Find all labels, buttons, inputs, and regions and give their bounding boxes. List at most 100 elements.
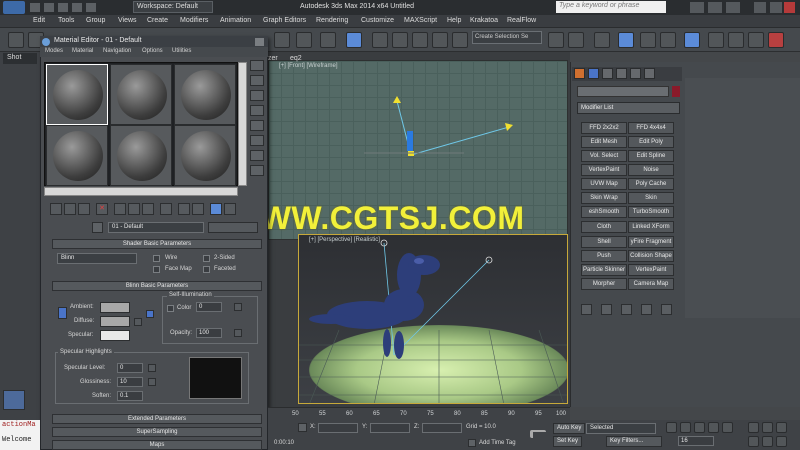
perspective-viewport[interactable]: [+] [Perspective] [Realistic] xyxy=(298,234,568,404)
pin-stack-icon[interactable] xyxy=(581,304,592,315)
x-coord-field[interactable] xyxy=(318,423,358,433)
rendered-frame-window-icon[interactable] xyxy=(728,32,744,48)
previous-frame-icon[interactable] xyxy=(680,422,691,433)
motion-tab-icon[interactable] xyxy=(616,68,627,79)
assign-material-icon[interactable] xyxy=(78,203,90,215)
modifier-button[interactable]: Shell xyxy=(581,236,627,248)
next-frame-icon[interactable] xyxy=(708,422,719,433)
modifier-button[interactable]: Cloth xyxy=(581,221,627,233)
options-icon[interactable] xyxy=(250,150,264,161)
qa-icons[interactable] xyxy=(30,3,125,12)
time-tag-icon[interactable] xyxy=(468,439,476,447)
menu-realflow[interactable]: RealFlow xyxy=(507,17,536,24)
ambient-lock-button[interactable] xyxy=(146,310,154,318)
shader-type-dropdown[interactable]: Blinn xyxy=(57,253,137,264)
sample-slot[interactable] xyxy=(174,64,236,125)
diffuse-color-swatch[interactable] xyxy=(100,316,130,327)
modifier-button[interactable]: Edit Spline xyxy=(628,150,674,162)
self-illum-map-button[interactable] xyxy=(234,303,242,311)
modifier-button[interactable]: yFire Fragment xyxy=(628,236,674,248)
z-coord-field[interactable] xyxy=(422,423,462,433)
material-id-channel-icon[interactable] xyxy=(160,203,172,215)
mirror-icon[interactable] xyxy=(548,32,564,48)
menu-rendering[interactable]: Rendering xyxy=(316,17,348,24)
me-menu-modes[interactable]: Modes xyxy=(45,48,63,54)
menu-graph-editors[interactable]: Graph Editors xyxy=(263,17,306,24)
create-tab-icon[interactable] xyxy=(574,68,585,79)
search-input[interactable]: Type a keyword or phrase xyxy=(556,1,666,13)
diffuse-map-button[interactable] xyxy=(134,318,142,326)
ambient-diffuse-lock-icon[interactable] xyxy=(58,307,67,319)
shader-basic-rollout[interactable]: Shader Basic Parameters xyxy=(52,239,262,249)
two-sided-checkbox[interactable] xyxy=(203,255,210,262)
key-mode-dropdown[interactable]: Selected xyxy=(586,423,656,434)
select-by-material-icon[interactable] xyxy=(250,165,264,176)
menu-tools[interactable]: Tools xyxy=(58,17,74,24)
face-map-checkbox[interactable] xyxy=(153,266,160,273)
set-key-button[interactable]: Set Key xyxy=(553,436,583,447)
lock-selection-icon[interactable] xyxy=(298,423,307,432)
unlink-icon[interactable] xyxy=(296,32,312,48)
modifier-button[interactable]: Vol. Select xyxy=(581,150,627,162)
key-filters-button[interactable]: Key Filters... xyxy=(606,436,662,447)
modifier-button[interactable]: TurboSmooth xyxy=(628,206,674,218)
menu-maxscript[interactable]: MAXScript xyxy=(404,17,437,24)
put-to-library-icon[interactable] xyxy=(142,203,154,215)
object-name-field[interactable] xyxy=(577,86,669,97)
field-of-view-icon[interactable] xyxy=(748,436,759,447)
make-unique-icon[interactable] xyxy=(128,203,140,215)
maps-rollout[interactable]: Maps xyxy=(52,440,262,450)
sample-slot[interactable] xyxy=(174,125,236,186)
zoom-icon[interactable] xyxy=(748,422,759,433)
magnet-icon[interactable] xyxy=(768,32,784,48)
make-preview-icon[interactable] xyxy=(250,135,264,146)
utilities-tab-icon[interactable] xyxy=(644,68,655,79)
me-menu-material[interactable]: Material xyxy=(72,48,93,54)
me-menu-options[interactable]: Options xyxy=(142,48,163,54)
spinner-snap-icon[interactable] xyxy=(432,32,448,48)
modifier-button[interactable]: VertexPaint xyxy=(628,264,674,276)
show-shaded-material-icon[interactable] xyxy=(178,203,190,215)
modifier-button[interactable]: Linked XForm xyxy=(628,221,674,233)
material-name-field[interactable]: 01 - Default xyxy=(108,222,204,233)
go-to-start-icon[interactable] xyxy=(666,422,677,433)
background-icon[interactable] xyxy=(250,90,264,101)
hierarchy-tab-icon[interactable] xyxy=(602,68,613,79)
zoom-extents-icon[interactable] xyxy=(776,422,787,433)
glossiness-spinner[interactable]: 10 xyxy=(117,377,143,387)
modifier-button[interactable]: eshSmooth xyxy=(581,206,627,218)
blinn-basic-rollout[interactable]: Blinn Basic Parameters xyxy=(52,281,262,291)
key-icon[interactable] xyxy=(530,430,546,438)
remove-modifier-icon[interactable] xyxy=(641,304,652,315)
menu-animation[interactable]: Animation xyxy=(220,17,251,24)
put-material-icon[interactable] xyxy=(64,203,76,215)
menu-create[interactable]: Create xyxy=(147,17,168,24)
modifier-button[interactable]: FFD 2x2x2 xyxy=(581,122,627,134)
material-type-button[interactable] xyxy=(208,222,258,233)
modifier-button[interactable]: Edit Mesh xyxy=(581,136,627,148)
go-forward-sibling-icon[interactable] xyxy=(224,203,236,215)
sample-type-icon[interactable] xyxy=(250,60,264,71)
undo-icon[interactable] xyxy=(8,32,24,48)
sample-slot[interactable] xyxy=(110,64,172,125)
slots-horizontal-scrollbar[interactable] xyxy=(44,187,238,196)
viewport-tab-eq2[interactable]: eq2 xyxy=(290,55,302,62)
slots-vertical-scrollbar[interactable] xyxy=(238,62,247,186)
specular-level-map-button[interactable] xyxy=(148,364,156,372)
sample-uv-tiling-icon[interactable] xyxy=(250,105,264,116)
make-unique-icon[interactable] xyxy=(621,304,632,315)
auto-key-button[interactable]: Auto Key xyxy=(553,423,586,434)
window-controls[interactable] xyxy=(690,2,795,13)
opacity-map-button[interactable] xyxy=(234,329,242,337)
me-menu-utilities[interactable]: Utilities xyxy=(172,48,191,54)
workspace-dropdown[interactable]: Workspace: Default xyxy=(133,1,213,13)
specular-level-spinner[interactable]: 0 xyxy=(117,363,143,373)
y-coord-field[interactable] xyxy=(370,423,410,433)
specular-color-swatch[interactable] xyxy=(100,330,130,341)
menu-help[interactable]: Help xyxy=(447,17,461,24)
display-tab-icon[interactable] xyxy=(630,68,641,79)
copy-material-icon[interactable] xyxy=(114,203,126,215)
shot-tab[interactable]: Shot xyxy=(3,53,37,64)
modifier-button[interactable]: Skin xyxy=(628,192,674,204)
faceted-checkbox[interactable] xyxy=(203,266,210,273)
